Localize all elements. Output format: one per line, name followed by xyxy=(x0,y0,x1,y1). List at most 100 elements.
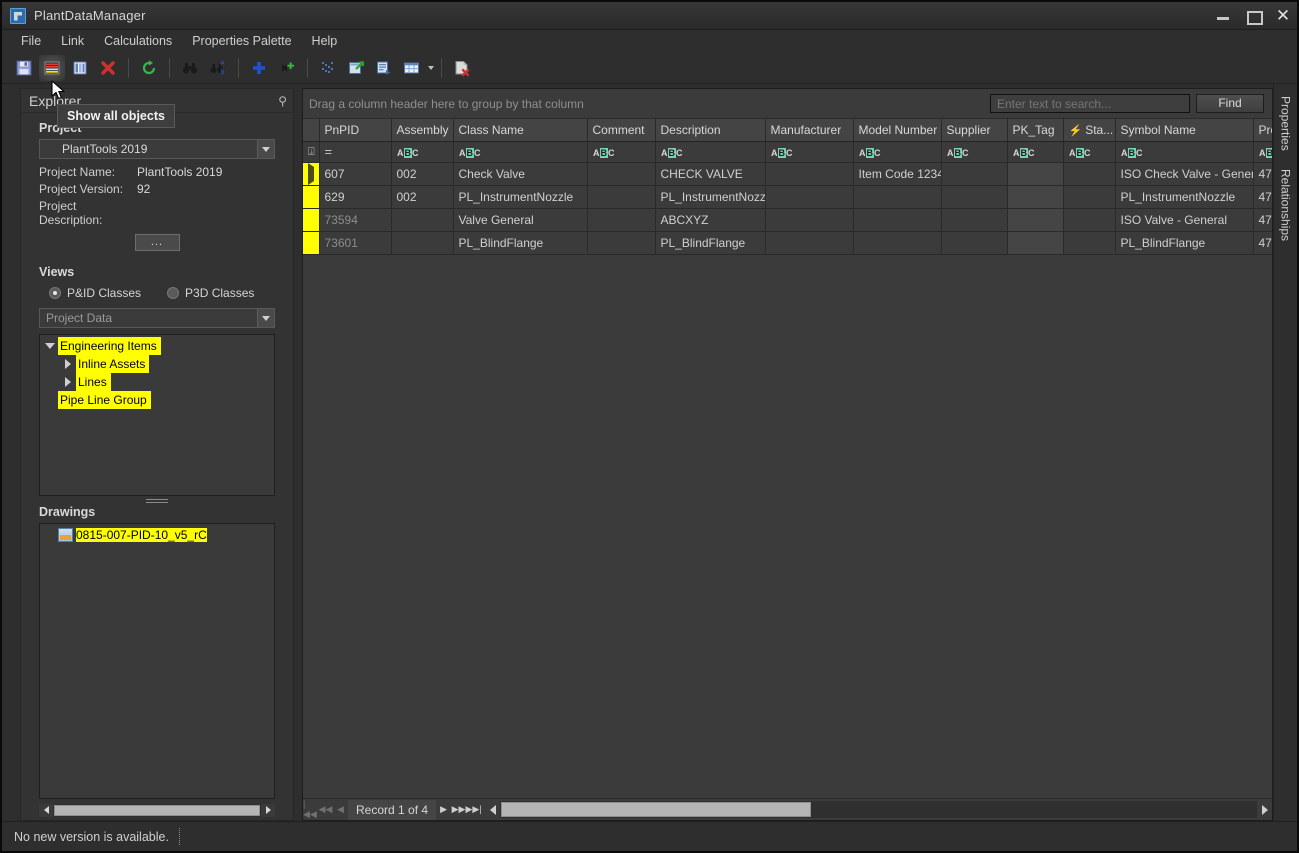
scroll-track[interactable] xyxy=(53,803,261,817)
table-row[interactable]: 607 002 Check Valve CHECK VALVE Item Cod… xyxy=(303,162,1272,186)
cell-project-no[interactable]: 4711 xyxy=(1253,231,1272,255)
filter-symbol-name[interactable]: ABC xyxy=(1115,141,1254,163)
cell-status[interactable] xyxy=(1063,208,1116,232)
remove-document-button[interactable] xyxy=(449,55,475,81)
filter-pnpid[interactable]: = xyxy=(319,141,392,163)
filter-pk-tag[interactable]: ABC xyxy=(1007,141,1064,163)
add-button[interactable] xyxy=(246,55,272,81)
find-button[interactable]: Find xyxy=(1196,94,1264,113)
filter-assembly[interactable]: ABC xyxy=(391,141,454,163)
expander-right-icon[interactable] xyxy=(60,359,76,369)
scroll-left-icon[interactable] xyxy=(485,800,501,819)
chevron-down-icon[interactable] xyxy=(428,65,434,70)
menu-item-link[interactable]: Link xyxy=(52,32,93,50)
find-button-toolbar[interactable] xyxy=(177,55,203,81)
export-button[interactable] xyxy=(343,55,369,81)
cell-class-name[interactable]: Check Valve xyxy=(453,162,588,186)
cell-pk-tag[interactable] xyxy=(1007,208,1064,232)
expander-down-icon[interactable] xyxy=(42,343,58,349)
column-header-project-no[interactable]: ProjectNo xyxy=(1253,119,1272,142)
cell-project-no[interactable]: 4711 xyxy=(1253,185,1272,209)
table-row[interactable]: 629 002 PL_InstrumentNozzle PL_Instrumen… xyxy=(303,185,1272,209)
column-header-symbol-name[interactable]: Symbol Name xyxy=(1115,119,1254,142)
explorer-horizontal-scrollbar[interactable] xyxy=(39,803,275,817)
cell-assembly[interactable] xyxy=(391,208,454,232)
filter-manufacturer[interactable]: ABC xyxy=(765,141,854,163)
filter-class-name[interactable]: ABC xyxy=(453,141,588,163)
show-all-objects-button[interactable] xyxy=(39,54,65,81)
tree-node-inline-assets[interactable]: Inline Assets xyxy=(42,355,272,373)
column-header-class-name[interactable]: Class Name xyxy=(453,119,588,142)
cell-supplier[interactable] xyxy=(941,162,1008,186)
cell-status[interactable] xyxy=(1063,231,1116,255)
cell-description[interactable]: ABCXYZ xyxy=(655,208,766,232)
filter-supplier[interactable]: ABC xyxy=(941,141,1008,163)
browse-description-button[interactable]: ... xyxy=(134,234,180,251)
cell-manufacturer[interactable] xyxy=(765,185,854,209)
cell-comment[interactable] xyxy=(587,162,656,186)
cell-symbol-name[interactable]: ISO Valve - General xyxy=(1115,208,1254,232)
cell-description[interactable]: CHECK VALVE xyxy=(655,162,766,186)
filter-description[interactable]: ABC xyxy=(655,141,766,163)
cell-pnpid[interactable]: 73601 xyxy=(319,231,392,255)
cell-project-no[interactable]: 4711 xyxy=(1253,208,1272,232)
filter-model-number[interactable]: ABC xyxy=(853,141,942,163)
cell-status[interactable] xyxy=(1063,162,1116,186)
project-combo[interactable]: PlantTools 2019 xyxy=(39,139,275,159)
scroll-right-icon[interactable] xyxy=(261,803,275,817)
distribute-button[interactable] xyxy=(315,55,341,81)
group-by-bar[interactable]: Drag a column header here to group by th… xyxy=(303,89,1272,119)
filter-funnel-cell[interactable]: ⍗ xyxy=(303,141,320,163)
cell-description[interactable]: PL_BlindFlange xyxy=(655,231,766,255)
table-row[interactable]: 73594 Valve General ABCXYZ ISO Valve - G… xyxy=(303,208,1272,232)
menu-item-file[interactable]: File xyxy=(12,32,50,50)
cell-model-number[interactable]: Item Code 1234 xyxy=(853,162,942,186)
filter-project-no[interactable]: ABC xyxy=(1253,141,1272,163)
delete-button[interactable] xyxy=(95,55,121,81)
column-header-supplier[interactable]: Supplier xyxy=(941,119,1008,142)
drawings-list[interactable]: 0815-007-PID-10_v5_rC xyxy=(39,523,275,799)
cell-model-number[interactable] xyxy=(853,185,942,209)
cell-comment[interactable] xyxy=(587,208,656,232)
cell-model-number[interactable] xyxy=(853,208,942,232)
chevron-down-icon[interactable] xyxy=(257,140,274,158)
cell-pk-tag[interactable] xyxy=(1007,185,1064,209)
first-record-button[interactable]: |◀◀ xyxy=(303,799,318,820)
tree-node-lines[interactable]: Lines xyxy=(42,373,272,391)
column-header-pk-tag[interactable]: PK_Tag xyxy=(1007,119,1064,142)
radio-p3d-classes[interactable]: P3D Classes xyxy=(167,286,254,300)
menu-item-properties-palette[interactable]: Properties Palette xyxy=(183,32,300,50)
column-header-manufacturer[interactable]: Manufacturer xyxy=(765,119,854,142)
tree-node-engineering-items[interactable]: Engineering Items xyxy=(42,337,272,355)
chevron-down-icon[interactable] xyxy=(257,309,274,327)
maximize-button[interactable] xyxy=(1245,8,1263,25)
tree-node-pipe-line-group[interactable]: Pipe Line Group xyxy=(42,391,272,409)
cell-pnpid[interactable]: 73594 xyxy=(319,208,392,232)
add-item-button[interactable] xyxy=(274,55,300,81)
cell-supplier[interactable] xyxy=(941,208,1008,232)
cell-assembly[interactable]: 002 xyxy=(391,162,454,186)
column-header-model-number[interactable]: Model Number xyxy=(853,119,942,142)
scroll-track[interactable] xyxy=(500,801,1257,818)
scroll-thumb[interactable] xyxy=(501,802,811,817)
cell-class-name[interactable]: PL_InstrumentNozzle xyxy=(453,185,588,209)
table-layout-button[interactable] xyxy=(399,55,425,81)
menu-item-help[interactable]: Help xyxy=(303,32,347,50)
cell-assembly[interactable]: 002 xyxy=(391,185,454,209)
next-page-button[interactable]: ▶▶ xyxy=(451,799,467,820)
cell-supplier[interactable] xyxy=(941,185,1008,209)
scroll-right-icon[interactable] xyxy=(1257,800,1272,819)
scroll-left-icon[interactable] xyxy=(39,803,53,817)
cell-model-number[interactable] xyxy=(853,231,942,255)
column-header-description[interactable]: Description xyxy=(655,119,766,142)
list-item[interactable]: 0815-007-PID-10_v5_rC xyxy=(42,526,272,544)
cell-status[interactable] xyxy=(1063,185,1116,209)
column-header-pnpid[interactable]: PnPID xyxy=(319,119,392,142)
project-tree[interactable]: Engineering Items Inline Assets Lines Pi… xyxy=(39,334,275,496)
cell-manufacturer[interactable] xyxy=(765,162,854,186)
next-record-button[interactable]: ▶ xyxy=(436,799,452,820)
column-header-status[interactable]: ⚡ Sta... xyxy=(1063,119,1116,142)
splitter-handle[interactable] xyxy=(39,496,275,505)
cell-assembly[interactable] xyxy=(391,231,454,255)
filter-status[interactable]: ABC xyxy=(1063,141,1116,163)
